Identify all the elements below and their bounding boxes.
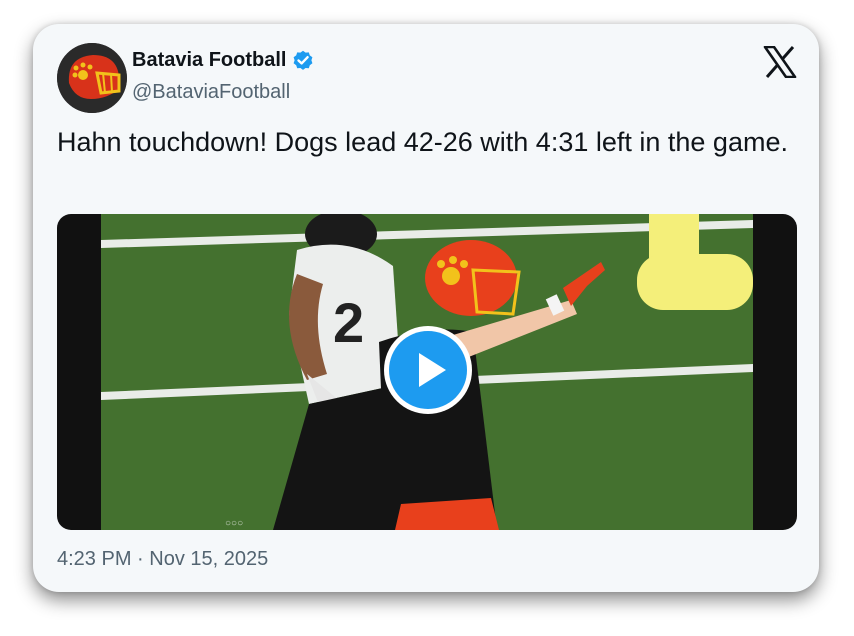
account-handle[interactable]: @BataviaFootball — [132, 81, 290, 104]
account-name-row[interactable]: Batavia Football — [132, 48, 315, 72]
svg-text:2: 2 — [333, 291, 364, 354]
play-icon[interactable] — [382, 324, 474, 416]
svg-text:○○○: ○○○ — [225, 518, 243, 529]
verified-badge-icon — [294, 50, 313, 70]
tweet-text: Hahn touchdown! Dogs lead 42-26 with 4:3… — [57, 127, 788, 157]
x-logo-icon[interactable] — [763, 46, 797, 78]
video-player[interactable]: 2 ○○○ — [57, 214, 797, 530]
tweet-card[interactable]: Batavia Football @BataviaFootball Hahn t… — [33, 24, 819, 592]
avatar[interactable] — [57, 43, 127, 113]
display-name[interactable]: Batavia Football — [132, 49, 286, 72]
tweet-timestamp[interactable]: 4:23 PM · Nov 15, 2025 — [57, 548, 268, 571]
